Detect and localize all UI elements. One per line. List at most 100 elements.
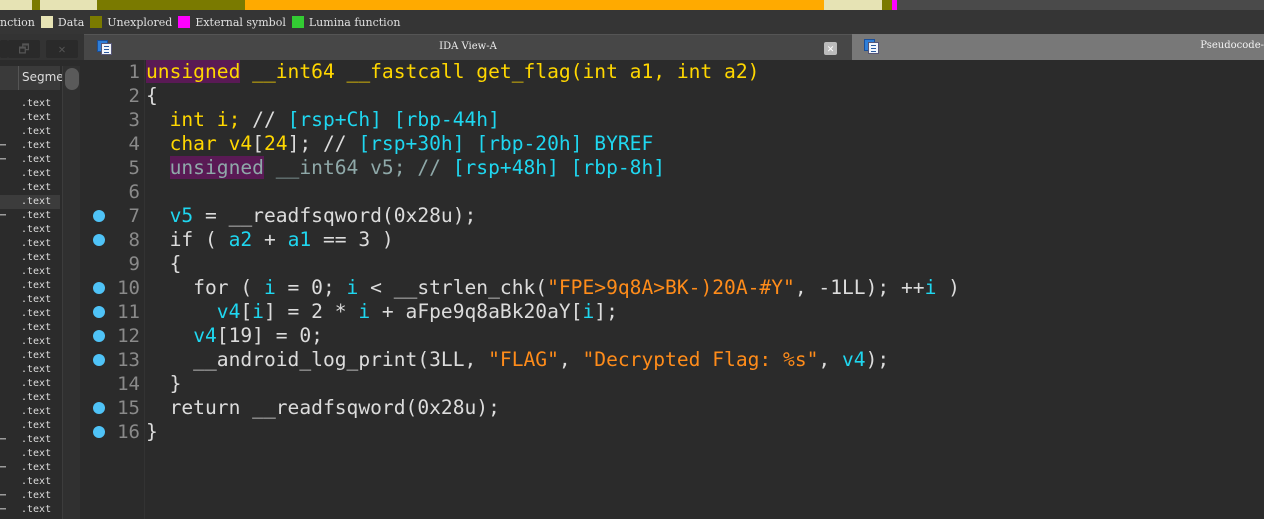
segment-row[interactable]: .text	[0, 181, 60, 195]
segment-row[interactable]: ⋯ .text	[0, 433, 60, 447]
segment-name: .text	[21, 378, 52, 389]
segment-row[interactable]: .text	[0, 419, 60, 433]
restore-button[interactable]: 🗗	[8, 40, 40, 58]
segment-row[interactable]: ⋯ .text	[0, 209, 60, 223]
close-tab-button[interactable]: ✕	[824, 42, 837, 55]
navbar-segment[interactable]	[892, 0, 898, 10]
segment-row[interactable]: .text	[0, 447, 60, 461]
code-token: if (	[146, 228, 229, 251]
code-line[interactable]: int i; // [rsp+Ch] [rbp-44h]	[146, 108, 500, 132]
code-token: //	[240, 108, 288, 131]
minimize-button[interactable]	[0, 40, 8, 58]
code-token: ];	[594, 300, 618, 323]
code-line[interactable]: }	[146, 372, 182, 396]
code-line[interactable]: {	[146, 252, 182, 276]
segment-row[interactable]: .text	[0, 475, 60, 489]
code-line[interactable]: v5 = __readfsqword(0x28u);	[146, 204, 477, 228]
code-line[interactable]: unsigned __int64 v5; // [rsp+48h] [rbp-8…	[146, 156, 665, 180]
segment-row[interactable]: .text	[0, 377, 60, 391]
navbar-segment[interactable]	[824, 0, 883, 10]
segment-row[interactable]: ⋯ .text	[0, 153, 60, 167]
segment-row[interactable]: .text	[0, 307, 60, 321]
truncation-mark: ⋯	[0, 504, 7, 515]
segment-row[interactable]: ⋯ .text	[0, 139, 60, 153]
segment-row[interactable]: ⋯ .text	[0, 489, 60, 503]
truncation-mark: ⋯	[0, 140, 7, 151]
segment-name: .text	[21, 140, 52, 151]
segment-row[interactable]: .text	[0, 405, 60, 419]
segment-row[interactable]: .text	[0, 335, 60, 349]
code-token: ,	[558, 348, 583, 371]
segment-row[interactable]: .text	[0, 195, 60, 209]
code-line[interactable]: v4[i] = 2 * i + aFpe9q8aBk20aY[i];	[146, 300, 618, 324]
segment-row[interactable]: ⋯ .text	[0, 461, 60, 475]
segment-row[interactable]: .text	[0, 251, 60, 265]
line-number: 4	[128, 133, 140, 155]
code-token: unsigned	[146, 60, 241, 83]
code-line[interactable]: v4[19] = 0;	[146, 324, 323, 348]
segment-row[interactable]: .text	[0, 97, 60, 111]
scrollbar-thumb[interactable]	[65, 68, 79, 90]
pseudocode-view[interactable]: unsigned __int64 __fastcall get_flag(int…	[145, 60, 1264, 519]
segment-row[interactable]: .text	[0, 391, 60, 405]
code-line[interactable]: __android_log_print(3LL, "FLAG", "Decryp…	[146, 348, 889, 372]
code-line[interactable]: if ( a2 + a1 == 3 )	[146, 228, 394, 252]
code-token: }	[146, 420, 158, 443]
code-line[interactable]: for ( i = 0; i < __strlen_chk("FPE>9q8A>…	[146, 276, 960, 300]
segment-row[interactable]: .text	[0, 293, 60, 307]
segment-name: .text	[21, 294, 52, 305]
segment-row[interactable]: .text	[0, 111, 60, 125]
code-token: [rsp+30h] [rbp-20h] BYREF	[358, 132, 654, 155]
code-token: ] = 2 *	[263, 300, 359, 323]
segment-row[interactable]: .text	[0, 265, 60, 279]
code-token: i	[263, 276, 276, 299]
segment-name: .text	[21, 98, 52, 109]
segment-row[interactable]: .text	[0, 223, 60, 237]
column-header-segment[interactable]: Segme	[0, 66, 64, 90]
code-line[interactable]: unsigned __int64 __fastcall get_flag(int…	[146, 60, 759, 84]
tab-ida-view-a[interactable]: IDA View-A ✕	[84, 34, 852, 60]
code-token: );	[865, 348, 890, 371]
segment-row[interactable]: ⋯ .text	[0, 503, 60, 517]
segment-name: .text	[21, 504, 52, 515]
code-token: = 0;	[275, 276, 347, 299]
code-token: = __readfsqword(0x28u);	[193, 204, 477, 227]
code-token: "Decrypted Flag: %s"	[582, 348, 819, 371]
segment-row[interactable]: .text	[0, 125, 60, 139]
navbar-segment[interactable]	[0, 0, 32, 10]
navbar-segment[interactable]	[245, 0, 825, 10]
line-number: 16	[117, 421, 140, 443]
navbar-segment[interactable]	[31, 0, 41, 10]
segment-row[interactable]: .text	[0, 321, 60, 335]
code-line[interactable]: }	[146, 420, 158, 444]
code-line[interactable]: return __readfsqword(0x28u);	[146, 396, 500, 420]
segment-name: .text	[21, 350, 52, 361]
legend-swatch	[291, 16, 304, 28]
navbar-segment[interactable]	[882, 0, 893, 10]
line-number: 9	[128, 253, 140, 275]
segment-name: .text	[21, 364, 52, 375]
segment-row[interactable]: .text	[0, 279, 60, 293]
segment-row[interactable]: .text	[0, 167, 60, 181]
legend-swatch	[90, 16, 103, 28]
vertical-scrollbar[interactable]	[62, 66, 80, 519]
code-line[interactable]: char v4[24]; // [rsp+30h] [rbp-20h] BYRE…	[146, 132, 654, 156]
code-line[interactable]: {	[146, 84, 158, 108]
segment-row[interactable]: .text	[0, 349, 60, 363]
segments-window-controls: 🗗 ✕	[0, 34, 84, 60]
navbar-segment[interactable]	[40, 0, 98, 10]
segment-row[interactable]: .text	[0, 237, 60, 251]
tab-pseudocode[interactable]: Pseudocode-	[852, 34, 1264, 60]
navigation-band[interactable]	[0, 0, 1264, 10]
line-number-gutter[interactable]: 1 2 3 4 5 6 7 8 9 10 11 12 13 14 15 16	[84, 60, 145, 519]
segment-row[interactable]: .text	[0, 363, 60, 377]
navbar-segment[interactable]	[97, 0, 246, 10]
code-token: __int64 v5; //	[263, 156, 453, 179]
code-token: + aFpe9q8aBk20aY[	[370, 300, 583, 323]
legend-item: Lumina function	[291, 16, 400, 29]
code-token: [	[252, 132, 264, 155]
code-token: [rsp+48h] [rbp-8h]	[452, 156, 666, 179]
close-panel-button[interactable]: ✕	[46, 40, 78, 58]
code-token: i	[252, 300, 264, 323]
